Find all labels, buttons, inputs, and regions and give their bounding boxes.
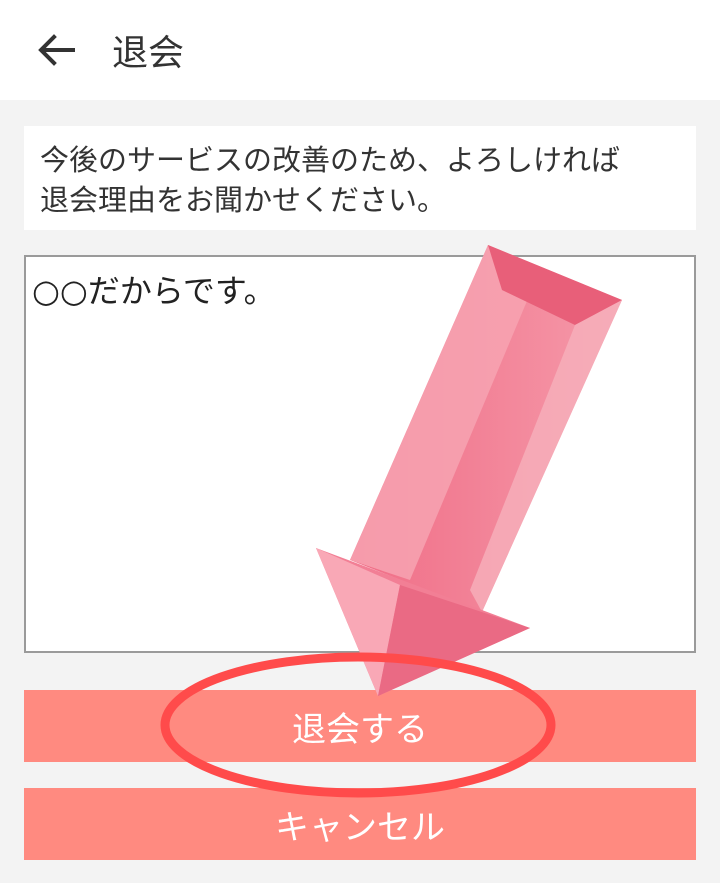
page-title: 退会: [112, 33, 185, 74]
arrow-left-icon: [38, 34, 75, 66]
withdraw-reason-notice: 今後のサービスの改善のため、よろしければ 退会理由をお聞かせください。: [24, 126, 696, 230]
back-button[interactable]: [26, 20, 86, 80]
cancel-button[interactable]: キャンセル: [24, 788, 696, 860]
app-bar: 退会: [0, 0, 720, 100]
withdraw-reason-input[interactable]: ○○だからです。: [24, 255, 696, 653]
withdraw-button[interactable]: 退会する: [24, 690, 696, 762]
